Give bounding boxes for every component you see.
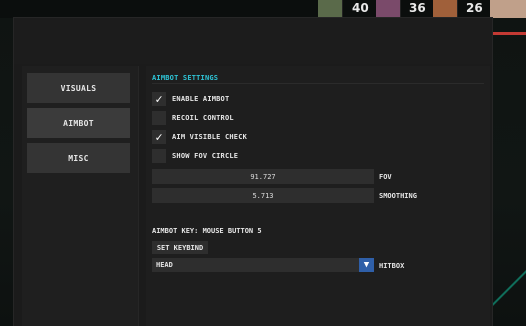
- hud-top-strip: 40 36 26: [0, 0, 526, 18]
- tab-visuals[interactable]: VISUALS: [27, 73, 130, 103]
- set-keybind-button[interactable]: SET KEYBIND: [152, 241, 208, 254]
- hud-health-bar: [490, 32, 526, 35]
- cheat-menu-window: VISUALS AIMBOT MISC AIMBOT SETTINGS ✓ EN…: [14, 18, 492, 326]
- tab-misc[interactable]: MISC: [27, 143, 130, 173]
- hud-portrait-3: [433, 0, 458, 18]
- aim-visible-check-label: AIM VISIBLE CHECK: [172, 133, 248, 141]
- fov-slider[interactable]: 91.727: [152, 169, 374, 184]
- enable-aimbot-row[interactable]: ✓ ENABLE AIMBOT: [152, 92, 229, 106]
- smoothing-label: SMOOTHING: [379, 192, 417, 200]
- recoil-control-label: RECOIL CONTROL: [172, 114, 234, 122]
- tab-aimbot[interactable]: AIMBOT: [27, 108, 130, 138]
- aim-visible-check-checkbox[interactable]: ✓: [152, 130, 166, 144]
- game-scenery: [490, 268, 526, 326]
- hitbox-dropdown[interactable]: HEAD ▼: [152, 258, 374, 272]
- hud-portrait-2: [376, 0, 401, 18]
- recoil-control-row[interactable]: RECOIL CONTROL: [152, 111, 234, 125]
- hud-count-1: 40: [352, 1, 369, 15]
- hud-count-2: 36: [409, 1, 426, 15]
- hud-portrait-4: [490, 0, 526, 18]
- aimbot-key-text: AIMBOT KEY: MOUSE BUTTON 5: [152, 227, 262, 235]
- section-title: AIMBOT SETTINGS: [152, 74, 219, 82]
- show-fov-circle-checkbox[interactable]: [152, 149, 166, 163]
- smoothing-slider[interactable]: 5.713: [152, 188, 374, 203]
- recoil-control-checkbox[interactable]: [152, 111, 166, 125]
- menu-title-bar[interactable]: [14, 18, 492, 64]
- hitbox-selected-value: HEAD: [156, 261, 173, 269]
- hud-count-3: 26: [466, 1, 483, 15]
- chevron-down-icon[interactable]: ▼: [359, 258, 374, 272]
- sidebar: VISUALS AIMBOT MISC: [22, 66, 139, 326]
- fov-label: FOV: [379, 173, 392, 181]
- enable-aimbot-checkbox[interactable]: ✓: [152, 92, 166, 106]
- aimbot-settings-panel: AIMBOT SETTINGS ✓ ENABLE AIMBOT RECOIL C…: [146, 66, 490, 326]
- enable-aimbot-label: ENABLE AIMBOT: [172, 95, 230, 103]
- show-fov-circle-label: SHOW FOV CIRCLE: [172, 152, 239, 160]
- show-fov-circle-row[interactable]: SHOW FOV CIRCLE: [152, 149, 238, 163]
- hitbox-label: HITBOX: [379, 262, 405, 270]
- aim-visible-check-row[interactable]: ✓ AIM VISIBLE CHECK: [152, 130, 247, 144]
- section-divider: [152, 83, 484, 84]
- hud-portrait-1: [318, 0, 343, 18]
